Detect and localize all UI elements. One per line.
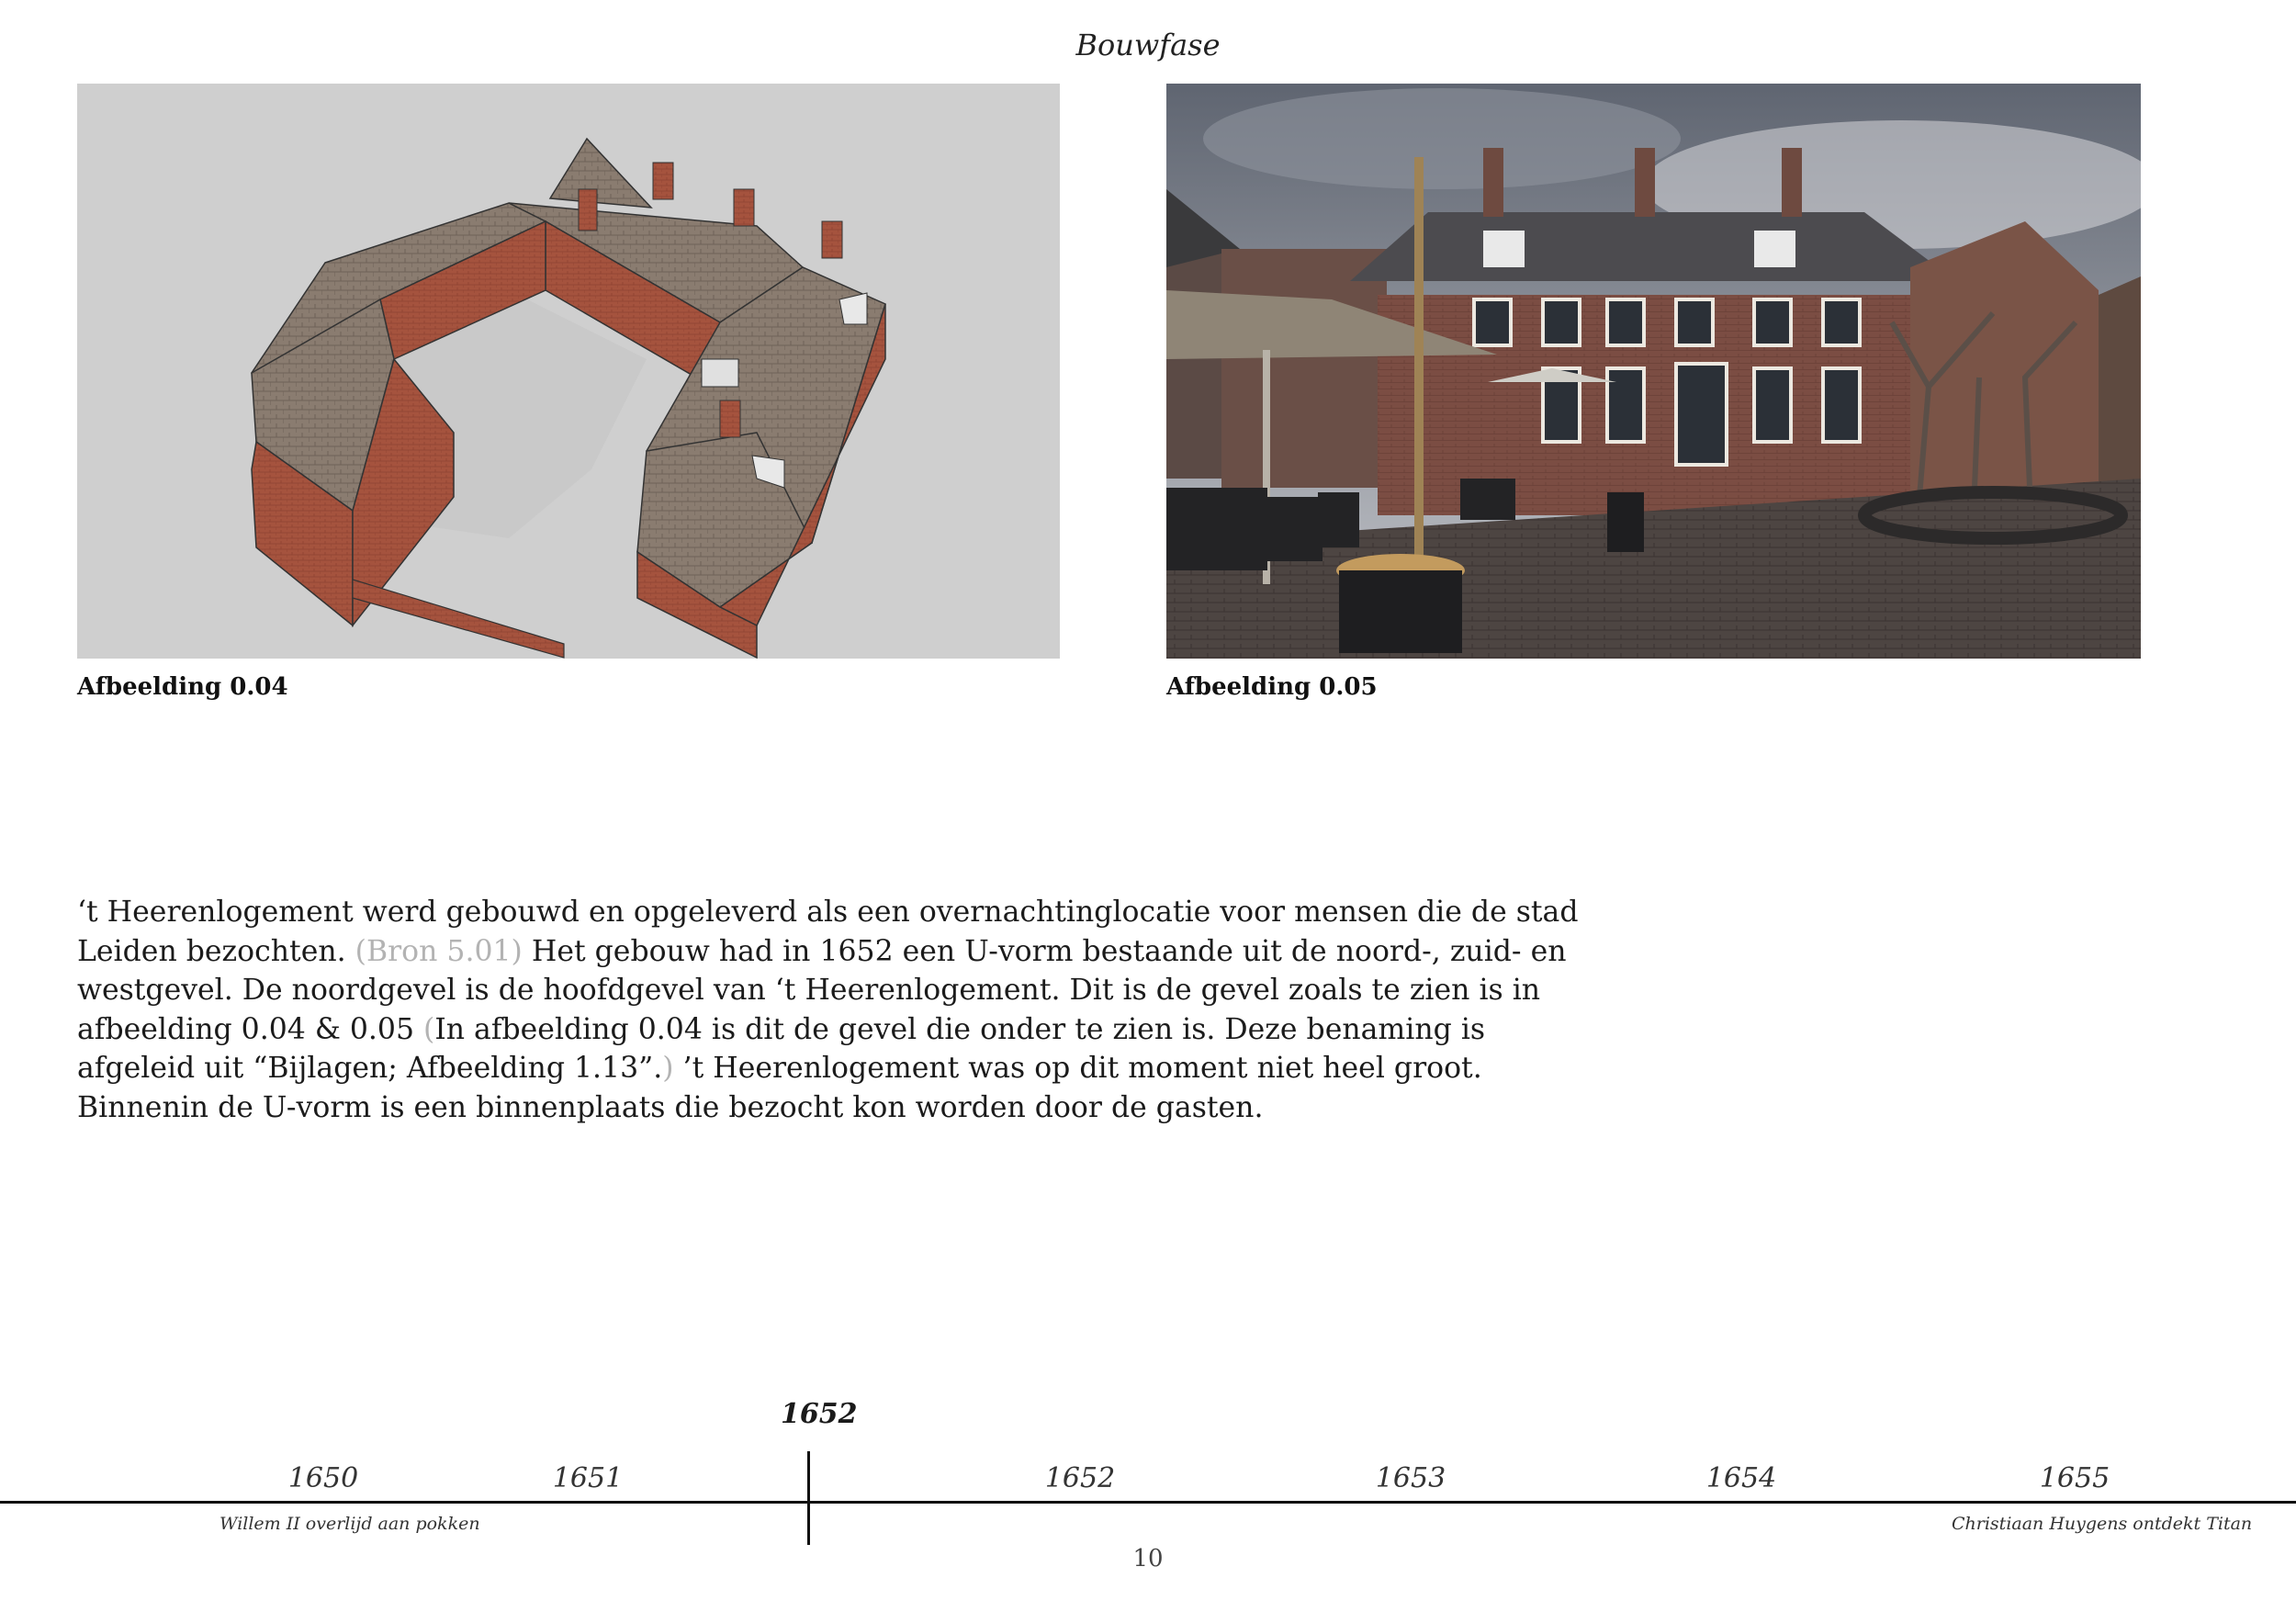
timeline-year-1650: 1650 xyxy=(287,1462,359,1494)
timeline-event-1650: Willem II overlijd aan pokken xyxy=(219,1514,480,1534)
paragraph-line: afbeelding 0.04 & 0.05 (In afbeelding 0.… xyxy=(77,1012,1486,1046)
figure-caption-1: Afbeelding 0.04 xyxy=(77,673,288,701)
figure-caption-2: Afbeelding 0.05 xyxy=(1166,673,1378,701)
page-number: 10 xyxy=(1132,1545,1164,1572)
timeline-event-1655: Christiaan Huygens ontdekt Titan xyxy=(1952,1514,2253,1534)
timeline-year-1651: 1651 xyxy=(552,1462,624,1494)
timeline-current-marker xyxy=(807,1451,810,1545)
timeline-axis xyxy=(0,1501,2296,1504)
parenthesis: ) xyxy=(662,1052,674,1085)
page-header-title: Bouwfase xyxy=(1075,28,1221,62)
paragraph-line: Binnenin de U-vorm is een binnenplaats d… xyxy=(77,1090,1264,1124)
source-reference: (Bron 5.01) xyxy=(355,934,523,968)
figure-3d-model xyxy=(77,84,1060,659)
paragraph-line: ‘t Heerenlogement werd gebouwd en opgele… xyxy=(77,896,1579,929)
paragraph-line: afgeleid uit “Bijlagen; Afbeelding 1.13”… xyxy=(77,1052,1482,1085)
parenthesis: ( xyxy=(423,1012,435,1046)
timeline-year-1654: 1654 xyxy=(1705,1462,1777,1494)
timeline-year-1655: 1655 xyxy=(2039,1462,2110,1494)
timeline-year-1652: 1652 xyxy=(1044,1462,1116,1494)
building-photo-illustration xyxy=(1166,84,2141,659)
timeline-year-1653: 1653 xyxy=(1375,1462,1446,1494)
building-model-illustration xyxy=(250,137,886,659)
figure-photograph xyxy=(1166,84,2141,659)
paragraph-line: westgevel. De noordgevel is de hoofdgeve… xyxy=(77,974,1541,1007)
paragraph-line: Leiden bezochten. (Bron 5.01) Het gebouw… xyxy=(77,934,1567,968)
timeline-current-year: 1652 xyxy=(781,1398,858,1430)
body-paragraph: ‘t Heerenlogement werd gebouwd en opgele… xyxy=(77,893,1579,1127)
